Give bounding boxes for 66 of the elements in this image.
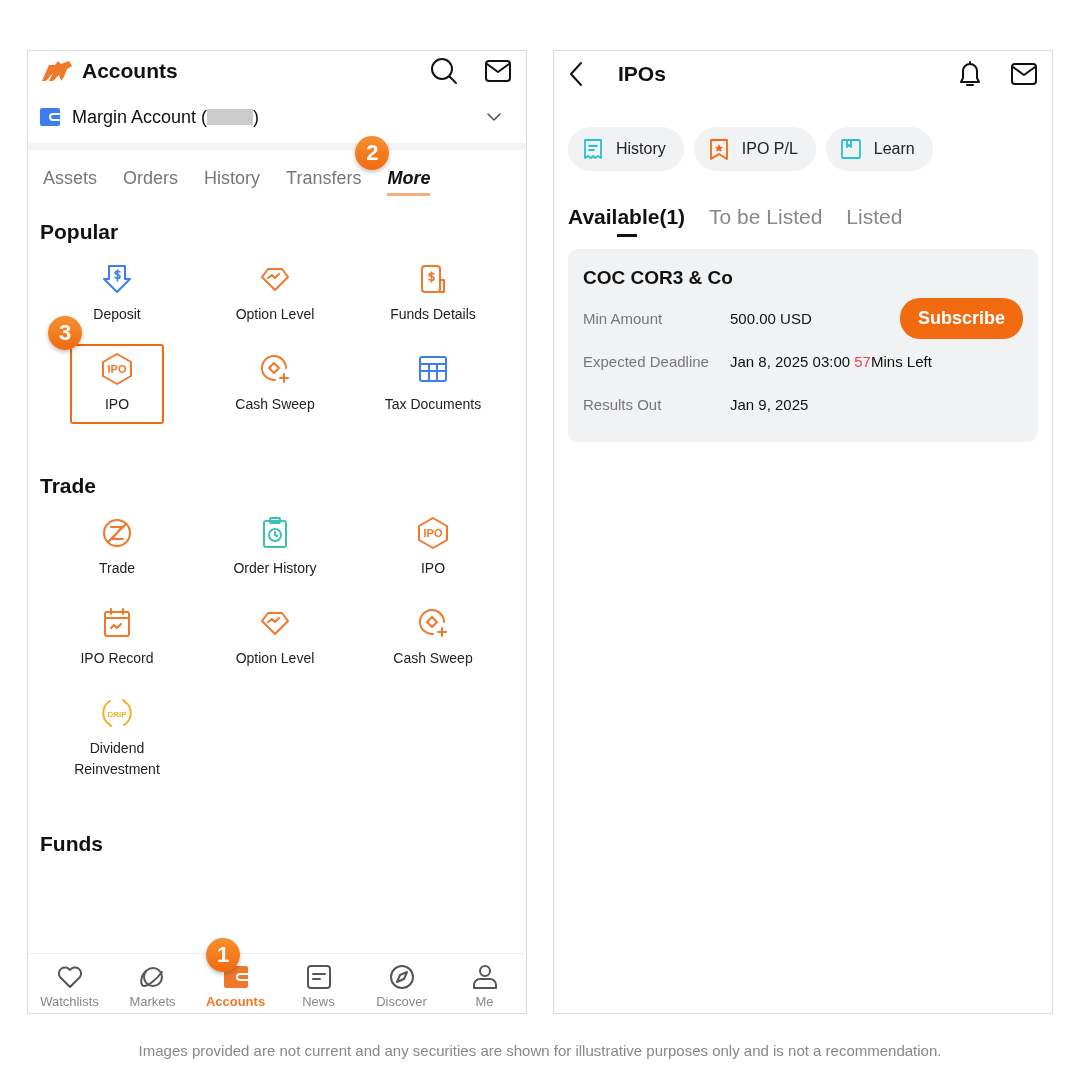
page-title: Accounts [82, 59, 179, 83]
tab[interactable]: To be Listed [709, 205, 823, 235]
shortcut-item[interactable]: Tax Documents [386, 344, 480, 424]
field-value: Jan 8, 2025 03:00 57Mins Left [730, 353, 933, 370]
tab[interactable]: Listed [846, 205, 903, 235]
field-label: Results Out [583, 396, 663, 413]
shortcut-item[interactable]: Order History [228, 508, 322, 588]
field-label: Expected Deadline [583, 353, 710, 370]
tab[interactable]: More [387, 168, 431, 196]
mail-icon [484, 58, 512, 84]
step-badge: 1 [206, 938, 240, 972]
star-ribbon-icon [707, 138, 730, 160]
company-name: COC COR3 & Co [583, 267, 734, 289]
field-label: Min Amount [583, 310, 664, 327]
tab[interactable]: Available(1) [568, 205, 686, 235]
shortcut-chip[interactable]: Learn [825, 127, 933, 171]
step-badge: 2 [355, 136, 390, 170]
search-button[interactable] [430, 57, 458, 85]
hexagon-badge-icon: IPO [100, 352, 134, 386]
receipt-icon [582, 138, 604, 160]
tab[interactable]: Transfers [286, 168, 362, 196]
nav-tab[interactable]: Discover [360, 954, 443, 1013]
bookmark-book-icon [839, 138, 862, 160]
nav-tab[interactable]: Markets [111, 954, 194, 1013]
tab[interactable]: Orders [123, 168, 179, 196]
section-title: Popular [39, 219, 120, 245]
circle-plus-icon [258, 352, 292, 386]
shortcut-item[interactable]: DRIP Dividend Reinvestment [70, 688, 164, 782]
mail-button[interactable] [1010, 61, 1038, 87]
nav-tab[interactable]: News [277, 954, 360, 1013]
search-icon [430, 57, 458, 85]
tab[interactable]: History [204, 168, 261, 196]
field-value: 500.00 USD [730, 310, 813, 327]
shortcut-chip[interactable]: History [568, 127, 684, 171]
back-icon [568, 61, 584, 87]
shortcut-item[interactable]: Funds Details [386, 254, 480, 334]
back-button[interactable] [568, 61, 584, 87]
shortcut-item[interactable]: IPO IPO [386, 508, 480, 588]
chevron-down-icon [486, 112, 502, 122]
shortcut-item[interactable]: Cash Sweep [386, 598, 480, 678]
dollar-arrow-icon [100, 262, 134, 296]
bull-logo-icon [40, 59, 74, 83]
shortcut-item[interactable]: IPO Record [70, 598, 164, 678]
mail-button[interactable] [484, 58, 512, 84]
account-name: Margin Account ( ) [72, 106, 260, 128]
step-badge: 3 [48, 316, 82, 350]
tab[interactable]: Assets [43, 168, 98, 196]
disclaimer-text: Images provided are not current and any securities are shown for illustrative purposes only and is not a recommendation. [138, 1042, 942, 1059]
circle-plus-icon [416, 606, 450, 640]
field-value: Jan 9, 2025 [730, 396, 810, 413]
circled-z-icon [100, 516, 134, 550]
mail-icon [1010, 61, 1038, 87]
nav-tab[interactable]: Me [443, 954, 526, 1013]
nav-tab[interactable]: Watchlists [28, 954, 111, 1013]
shortcut-item[interactable]: Option Level [228, 254, 322, 334]
redaction-bar [207, 109, 254, 125]
section-title: Funds [39, 831, 104, 857]
page-title: IPOs [618, 62, 667, 86]
shortcut-item[interactable]: IPO IPO [70, 344, 164, 424]
shortcut-chip[interactable]: IPO P/L [693, 127, 816, 171]
hexagon-badge-icon: IPO [416, 516, 450, 550]
shortcut-item[interactable]: Cash Sweep [228, 344, 322, 424]
section-title: Trade [39, 473, 98, 499]
shortcut-item[interactable]: Option Level [228, 598, 322, 678]
shortcut-item[interactable]: Trade [70, 508, 164, 588]
account-card-icon [40, 108, 60, 126]
